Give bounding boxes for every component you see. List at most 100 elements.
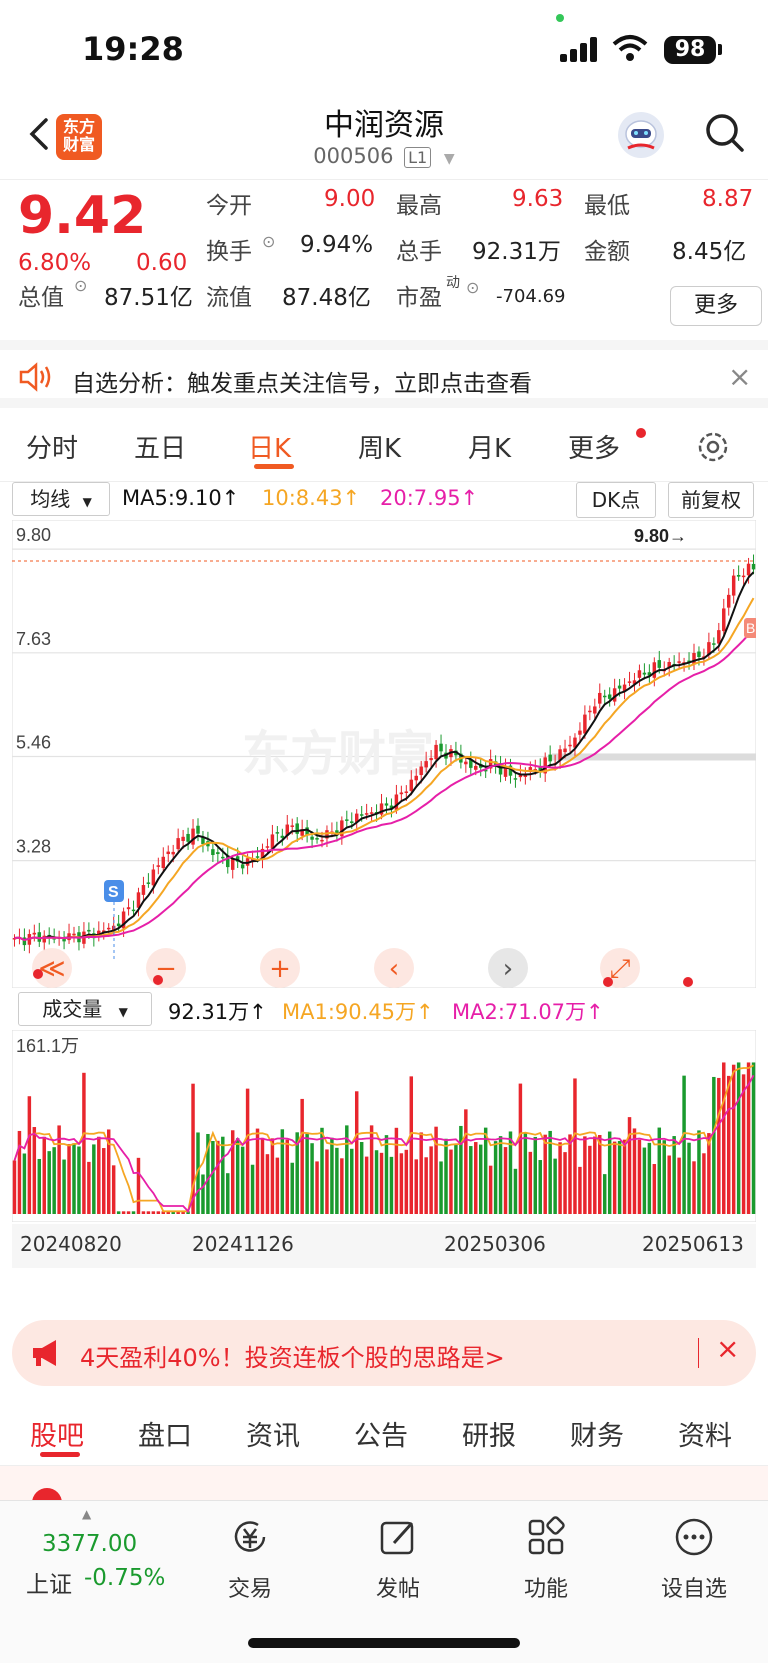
tab-profile[interactable]: 资料 bbox=[678, 1414, 732, 1453]
volume-bar bbox=[37, 1158, 42, 1214]
candle-body bbox=[126, 907, 131, 910]
promo-banner[interactable]: 4天盈利40%！投资连板个股的思路是> × bbox=[12, 1320, 756, 1386]
add-watchlist-button[interactable]: 设自选 bbox=[644, 1515, 744, 1603]
candle-body bbox=[726, 594, 731, 608]
edit-icon bbox=[380, 1521, 414, 1555]
volume-bar bbox=[414, 1159, 418, 1214]
trade-label: 交易 bbox=[227, 1577, 272, 1602]
candle-body bbox=[731, 575, 736, 596]
candle-body bbox=[568, 744, 572, 747]
trade-button[interactable]: 交易 bbox=[200, 1515, 300, 1603]
function-button[interactable]: 功能 bbox=[496, 1515, 596, 1603]
volume-bar bbox=[359, 1141, 364, 1214]
candle-body bbox=[176, 838, 180, 850]
post-label: 发帖 bbox=[375, 1577, 420, 1602]
battery-icon: 98 bbox=[664, 36, 716, 64]
candle-body bbox=[211, 849, 215, 856]
search-icon[interactable] bbox=[704, 112, 746, 154]
tab-guba[interactable]: 股吧 bbox=[30, 1414, 84, 1453]
kline-chart-area[interactable]: 均线 ▼ MA5:9.10↑ 10:8.43↑ 20:7.95↑ DK点 前复权… bbox=[0, 482, 768, 1312]
volume-bar bbox=[384, 1135, 389, 1214]
volume-bar bbox=[280, 1129, 285, 1214]
tab-finance[interactable]: 财务 bbox=[570, 1414, 624, 1453]
tab-monthly-k[interactable]: 月K bbox=[468, 428, 511, 465]
volume-bar bbox=[141, 1211, 146, 1214]
post-button[interactable]: 发帖 bbox=[348, 1515, 448, 1603]
content-tabs: 股吧 盘口 资讯 公告 研报 财务 资料 bbox=[0, 1396, 768, 1466]
info-icon[interactable]: ⊙ bbox=[466, 278, 479, 297]
volume-bar bbox=[394, 1127, 399, 1214]
volume-bar bbox=[568, 1134, 572, 1214]
volume-bar bbox=[454, 1144, 458, 1214]
volume-bar bbox=[310, 1143, 314, 1214]
volume-bar bbox=[265, 1154, 270, 1214]
volume-bar bbox=[617, 1141, 622, 1214]
pe-sup: 动 bbox=[446, 275, 460, 291]
date-label: 20250613 bbox=[642, 1232, 744, 1256]
volume-bar bbox=[72, 1143, 76, 1214]
adjust-button[interactable]: 前复权 bbox=[668, 482, 754, 518]
speaker-icon bbox=[19, 362, 51, 392]
float-value: 87.48亿 bbox=[282, 285, 371, 311]
tab-intraday[interactable]: 分时 bbox=[26, 428, 78, 465]
candle-body bbox=[429, 758, 433, 761]
candle-body bbox=[146, 882, 151, 884]
feed-preview bbox=[0, 1466, 768, 1518]
volume-plot[interactable]: 161.1万 bbox=[12, 1030, 756, 1222]
tab-news[interactable]: 资讯 bbox=[246, 1414, 300, 1453]
date-label: 20240820 bbox=[20, 1232, 122, 1256]
candle-body bbox=[741, 575, 746, 578]
vol-ma2-legend: MA2:71.07万↑ bbox=[452, 1000, 604, 1024]
volume-bar bbox=[593, 1136, 597, 1214]
volume-bar bbox=[211, 1140, 215, 1214]
volume-bar bbox=[632, 1128, 637, 1214]
notice-bar[interactable]: 自选分析：触发重点关注信号，立即点击查看 × bbox=[0, 340, 768, 408]
candle-body bbox=[290, 825, 294, 827]
index-ticker[interactable]: ▲ 3377.00 上证 -0.75% bbox=[0, 1501, 180, 1611]
candle-body bbox=[414, 775, 418, 781]
candle-body bbox=[310, 836, 314, 840]
close-icon[interactable]: × bbox=[728, 360, 751, 393]
volume-bar bbox=[488, 1165, 493, 1214]
volume-bar bbox=[667, 1155, 671, 1214]
candle-body bbox=[230, 858, 235, 870]
volume-bar bbox=[751, 1062, 756, 1214]
volume-bar bbox=[612, 1141, 617, 1214]
vol-ma1-legend: MA1:90.45万↑ bbox=[282, 1000, 434, 1024]
volume-bar bbox=[543, 1134, 547, 1214]
close-icon[interactable]: × bbox=[716, 1332, 739, 1365]
mktcap-label: 总值 bbox=[18, 285, 64, 311]
candle-body bbox=[72, 933, 76, 936]
volume-bar bbox=[32, 1127, 37, 1214]
turnover-label: 换手 bbox=[206, 239, 252, 265]
volume-bar bbox=[22, 1153, 27, 1214]
tab-5day[interactable]: 五日 bbox=[134, 428, 186, 465]
candle-body bbox=[474, 765, 478, 770]
change-pct: 6.80% bbox=[18, 250, 92, 276]
candle-body bbox=[265, 846, 270, 848]
ai-assistant-avatar[interactable] bbox=[618, 112, 664, 158]
tab-more[interactable]: 更多 bbox=[568, 428, 620, 465]
volume-bar bbox=[350, 1148, 354, 1214]
candle-body bbox=[642, 672, 647, 675]
tab-research[interactable]: 研报 bbox=[462, 1414, 516, 1453]
volume-bar bbox=[77, 1146, 81, 1214]
tab-pankou[interactable]: 盘口 bbox=[138, 1414, 192, 1453]
tab-announcements[interactable]: 公告 bbox=[354, 1414, 408, 1453]
info-icon[interactable]: ⊙ bbox=[74, 276, 87, 295]
more-button[interactable]: 更多 bbox=[670, 286, 762, 326]
kline-plot[interactable]: 9.807.635.463.28东方财富9.80→SB≪ − + ‹ › ⤢ bbox=[12, 520, 756, 988]
max-price-label: 9.80→ bbox=[634, 526, 687, 546]
tab-weekly-k[interactable]: 周K bbox=[358, 428, 401, 465]
dk-point-button[interactable]: DK点 bbox=[576, 482, 656, 518]
fullscreen-icon-glyph: ⤢ bbox=[610, 954, 631, 984]
chart-period-tabs: 分时 五日 日K 周K 月K 更多 bbox=[0, 412, 768, 482]
candle-body bbox=[424, 761, 428, 768]
info-icon[interactable]: ⊙ bbox=[262, 232, 275, 251]
volume-bar bbox=[17, 1130, 22, 1214]
gear-icon[interactable] bbox=[694, 428, 732, 466]
ma-selector[interactable]: 均线 ▼ bbox=[12, 482, 110, 516]
volume-bar bbox=[518, 1083, 523, 1214]
volume-selector[interactable]: 成交量 ▼ bbox=[18, 992, 152, 1026]
tab-daily-k[interactable]: 日K bbox=[248, 428, 291, 465]
